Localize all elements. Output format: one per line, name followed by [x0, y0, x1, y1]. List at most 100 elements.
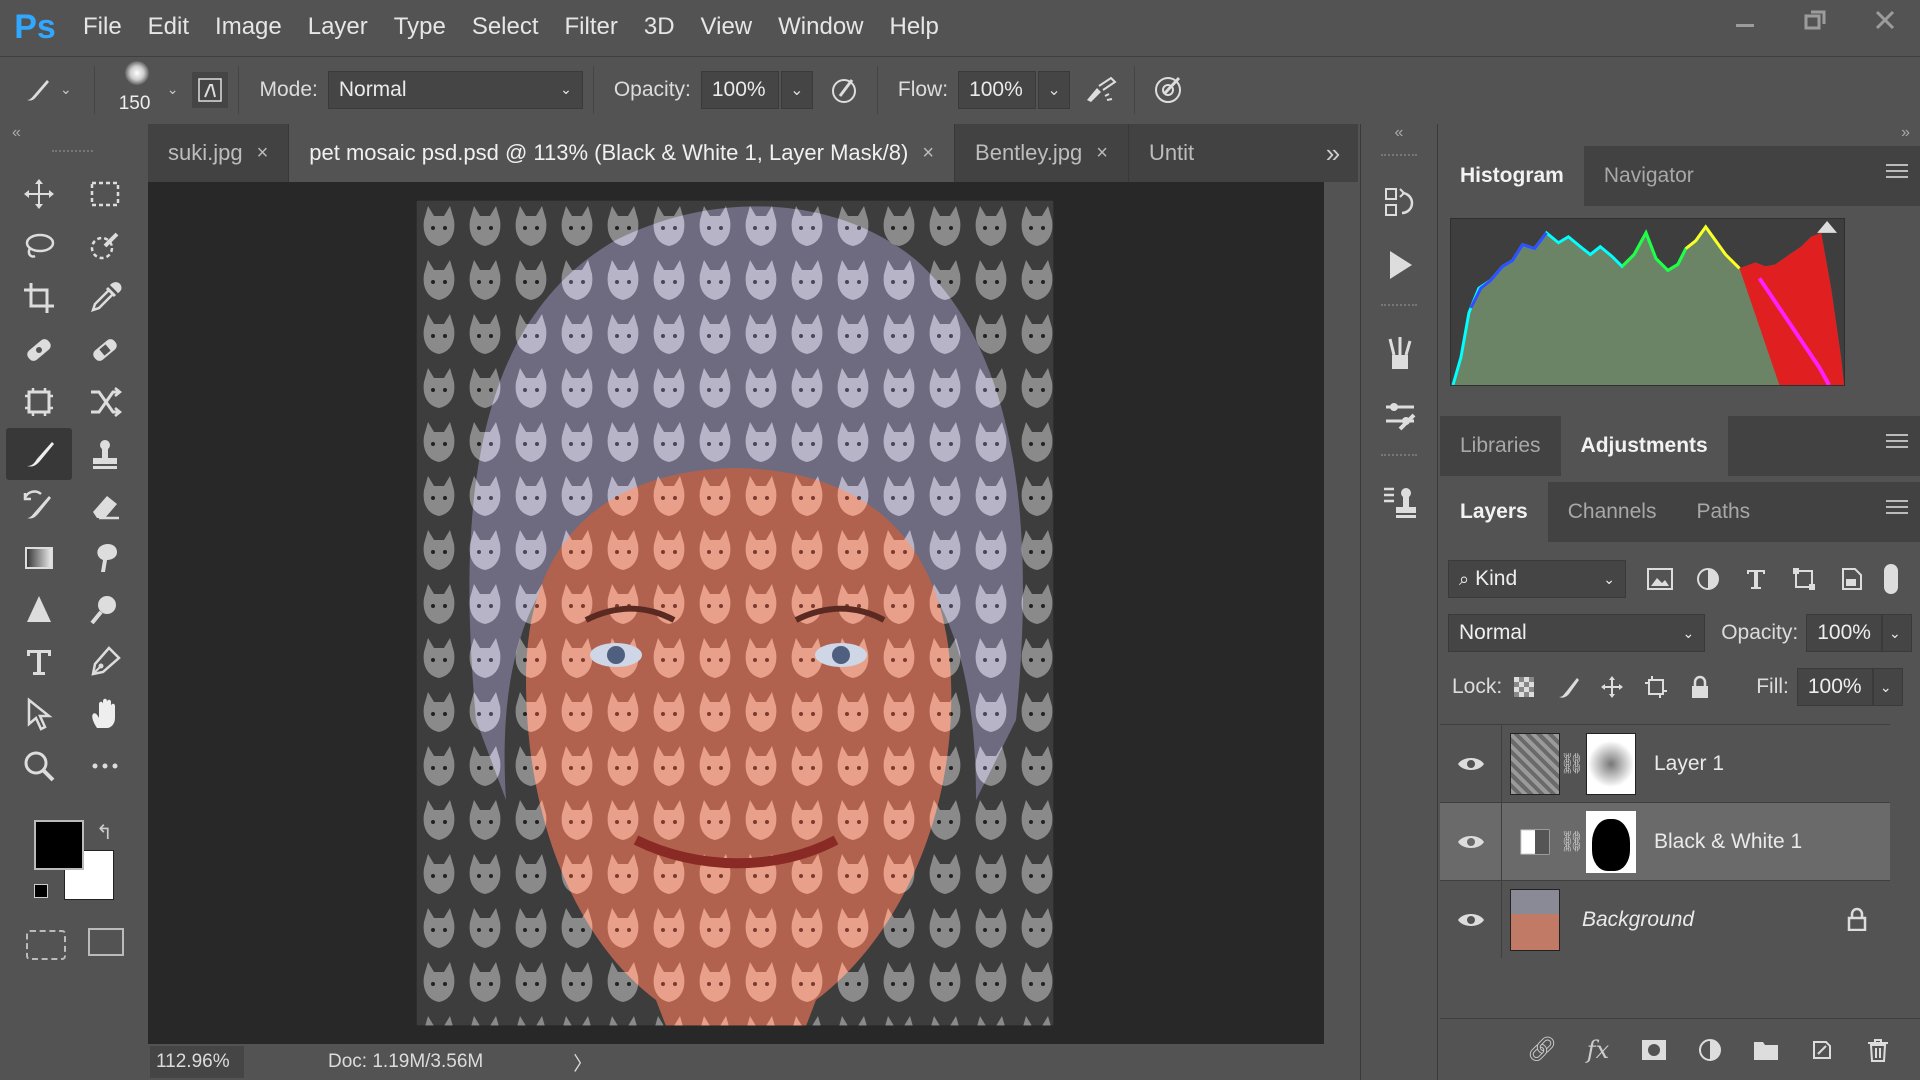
- move-icon[interactable]: [6, 168, 72, 220]
- menu-select[interactable]: Select: [459, 0, 552, 54]
- chevron-down-icon[interactable]: ⌄: [167, 81, 179, 98]
- zoom-icon[interactable]: [6, 740, 72, 792]
- close-icon[interactable]: [1850, 0, 1920, 40]
- clone-source-icon[interactable]: [1361, 472, 1439, 534]
- crop-icon[interactable]: [6, 272, 72, 324]
- kind-filter-select[interactable]: ⌕ Kind ⌄: [1448, 560, 1626, 598]
- document-image[interactable]: [416, 200, 1054, 1026]
- dock-grip[interactable]: [1381, 154, 1417, 164]
- zoom-level-field[interactable]: 112.96%: [150, 1046, 244, 1078]
- adjustment-filter-icon[interactable]: [1684, 560, 1732, 598]
- link-layers-icon[interactable]: 🔗︎: [1520, 1030, 1564, 1070]
- blend-mode-select[interactable]: Normal ⌄: [1448, 614, 1706, 652]
- swap-colors-icon[interactable]: ↰: [96, 820, 113, 845]
- close-icon[interactable]: ×: [1096, 142, 1108, 165]
- new-adjustment-icon[interactable]: [1688, 1030, 1732, 1070]
- panel-menu-icon[interactable]: [1886, 164, 1908, 182]
- brush-settings-dock-icon[interactable]: [1361, 384, 1439, 446]
- shape-filter-icon[interactable]: [1780, 560, 1828, 598]
- airbrush-icon[interactable]: [1078, 67, 1124, 113]
- opacity-dropdown[interactable]: ⌄: [780, 70, 813, 109]
- flow-dropdown[interactable]: ⌄: [1038, 70, 1071, 109]
- history-brush-icon[interactable]: [6, 480, 72, 532]
- tab-layers[interactable]: Layers: [1440, 482, 1548, 542]
- frame-icon[interactable]: [6, 376, 72, 428]
- content-aware-move-icon[interactable]: [72, 376, 138, 428]
- tab-paths[interactable]: Paths: [1676, 482, 1770, 542]
- brush-icon[interactable]: [6, 428, 72, 480]
- lock-all-icon[interactable]: [1678, 668, 1722, 706]
- stamp-icon[interactable]: [72, 428, 138, 480]
- eye-icon[interactable]: [1440, 803, 1502, 880]
- status-menu-arrow-icon[interactable]: 〉: [573, 1049, 592, 1076]
- smudge-icon[interactable]: [72, 532, 138, 584]
- dock-grip[interactable]: [1381, 304, 1417, 314]
- smart-object-filter-icon[interactable]: [1828, 560, 1876, 598]
- marquee-icon[interactable]: [72, 168, 138, 220]
- menu-image[interactable]: Image: [202, 0, 295, 54]
- layer-row-layer-1[interactable]: ⛓ Layer 1: [1440, 724, 1890, 802]
- sharpen-icon[interactable]: [6, 584, 72, 636]
- new-group-icon[interactable]: [1744, 1030, 1788, 1070]
- tab-bentley[interactable]: Bentley.jpg ×: [955, 124, 1129, 182]
- tab-untitled[interactable]: Untit: [1129, 124, 1214, 182]
- panel-menu-icon[interactable]: [1886, 500, 1908, 518]
- type-filter-icon[interactable]: [1732, 560, 1780, 598]
- add-mask-icon[interactable]: [1632, 1030, 1676, 1070]
- link-icon[interactable]: ⛓: [1559, 829, 1584, 854]
- chevron-down-icon[interactable]: ⌄: [60, 81, 72, 98]
- restore-icon[interactable]: [1780, 0, 1850, 40]
- default-colors-icon[interactable]: [34, 884, 48, 898]
- spot-healing-icon[interactable]: [6, 324, 72, 376]
- close-icon[interactable]: ×: [257, 142, 269, 165]
- lock-image-pixels-icon[interactable]: [1546, 668, 1590, 706]
- eye-icon[interactable]: [1440, 725, 1502, 802]
- pressure-size-icon[interactable]: [1145, 67, 1191, 113]
- lock-position-icon[interactable]: [1590, 668, 1634, 706]
- collapse-panels-icon[interactable]: »: [1440, 124, 1920, 146]
- flow-field[interactable]: 100%: [958, 70, 1037, 109]
- lock-transparent-icon[interactable]: [1502, 668, 1546, 706]
- lock-icon[interactable]: [1846, 907, 1868, 936]
- layer-row-background[interactable]: Background: [1440, 880, 1890, 958]
- tab-overflow-icon[interactable]: »: [1308, 124, 1358, 182]
- lock-artboard-icon[interactable]: [1634, 668, 1678, 706]
- tab-channels[interactable]: Channels: [1548, 482, 1677, 542]
- path-select-icon[interactable]: [6, 688, 72, 740]
- brush-preset-picker[interactable]: 150: [111, 59, 167, 121]
- dock-grip[interactable]: [1381, 454, 1417, 464]
- mode-select[interactable]: Normal ⌄: [327, 70, 583, 109]
- eye-icon[interactable]: [1440, 881, 1502, 958]
- toolbox-grip[interactable]: [52, 150, 93, 164]
- menu-edit[interactable]: Edit: [135, 0, 202, 54]
- collapse-toolbox-icon[interactable]: «: [0, 124, 145, 146]
- brush-settings-icon[interactable]: [192, 71, 229, 108]
- filter-toggle[interactable]: [1884, 564, 1898, 594]
- new-layer-icon[interactable]: [1800, 1030, 1844, 1070]
- pressure-opacity-icon[interactable]: [821, 67, 867, 113]
- menu-filter[interactable]: Filter: [552, 0, 631, 54]
- close-icon[interactable]: ×: [922, 142, 934, 165]
- pixel-filter-icon[interactable]: [1636, 560, 1684, 598]
- collapse-dock-icon[interactable]: «: [1361, 124, 1437, 146]
- fill-dropdown[interactable]: ⌄: [1872, 668, 1903, 706]
- history-icon[interactable]: [1361, 172, 1439, 234]
- healing-icon[interactable]: [72, 324, 138, 376]
- tab-histogram[interactable]: Histogram: [1440, 146, 1584, 206]
- layer-mask-thumbnail[interactable]: [1586, 810, 1636, 873]
- menu-window[interactable]: Window: [765, 0, 876, 54]
- layer-mask-thumbnail[interactable]: [1586, 732, 1636, 795]
- fx-icon[interactable]: fx: [1576, 1030, 1620, 1070]
- adjustment-layer-icon[interactable]: [1510, 829, 1560, 855]
- layer-opacity-dropdown[interactable]: ⌄: [1882, 614, 1912, 652]
- tab-navigator[interactable]: Navigator: [1584, 146, 1714, 206]
- fill-field[interactable]: 100%: [1796, 668, 1873, 706]
- tab-libraries[interactable]: Libraries: [1440, 416, 1561, 476]
- quick-select-icon[interactable]: [72, 220, 138, 272]
- tab-pet-mosaic[interactable]: pet mosaic psd.psd @ 113% (Black & White…: [289, 124, 956, 182]
- canvas-area[interactable]: [148, 182, 1324, 1044]
- minimize-icon[interactable]: [1710, 0, 1780, 40]
- quick-mask-icon[interactable]: [26, 930, 66, 960]
- brushes-icon[interactable]: [1361, 322, 1439, 384]
- type-icon[interactable]: [6, 636, 72, 688]
